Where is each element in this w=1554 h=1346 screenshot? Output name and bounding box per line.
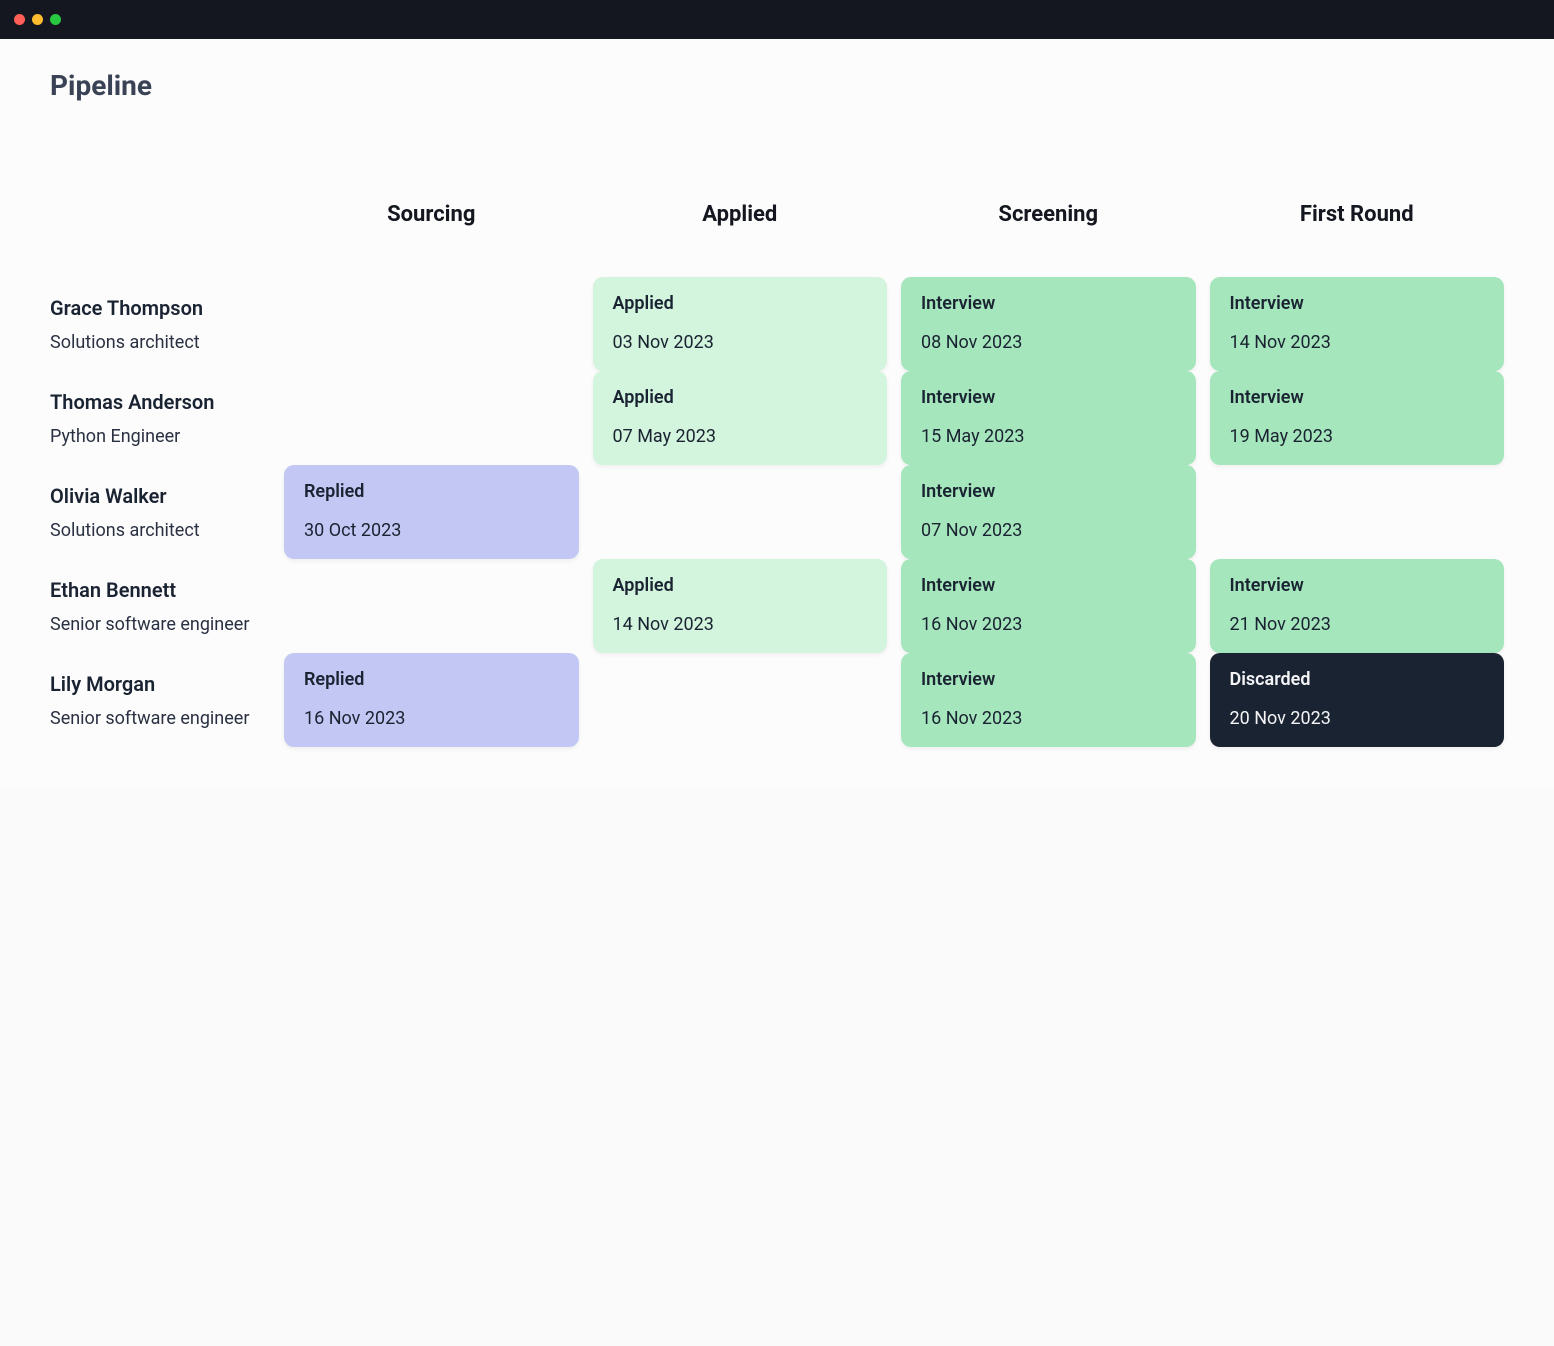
stage-date: 07 May 2023 <box>613 426 868 447</box>
candidate-name: Olivia Walker <box>50 484 270 508</box>
stage-date: 16 Nov 2023 <box>921 708 1176 729</box>
stage-status: Applied <box>613 575 868 596</box>
candidate-name: Thomas Anderson <box>50 390 270 414</box>
candidate-role: Solutions architect <box>50 520 270 541</box>
candidate-role: Senior software engineer <box>50 708 270 729</box>
titlebar <box>0 0 1554 39</box>
candidate-name: Ethan Bennett <box>50 578 270 602</box>
column-header-applied: Applied <box>593 202 888 277</box>
stage-status: Applied <box>613 387 868 408</box>
stage-date: 14 Nov 2023 <box>1230 332 1485 353</box>
stage-status: Interview <box>1230 293 1485 314</box>
stage-status: Discarded <box>1230 669 1485 690</box>
stage-date: 21 Nov 2023 <box>1230 614 1485 635</box>
stage-cell-applied <box>593 465 888 559</box>
stage-card[interactable]: Interview 21 Nov 2023 <box>1210 559 1505 653</box>
stage-card[interactable]: Replied 16 Nov 2023 <box>284 653 579 747</box>
stage-cell-sourcing <box>284 559 579 653</box>
window-maximize-button[interactable] <box>50 14 61 25</box>
app-window: Pipeline Sourcing Applied Screening Firs… <box>0 0 1554 787</box>
stage-status: Interview <box>921 387 1176 408</box>
candidate-info[interactable]: Ethan Bennett Senior software engineer <box>50 559 270 653</box>
stage-cell-first_round: Interview 19 May 2023 <box>1210 371 1505 465</box>
stage-cell-first_round <box>1210 465 1505 559</box>
stage-status: Replied <box>304 481 559 502</box>
stage-date: 20 Nov 2023 <box>1230 708 1485 729</box>
stage-cell-sourcing <box>284 371 579 465</box>
stage-cell-sourcing <box>284 277 579 371</box>
stage-card[interactable]: Interview 19 May 2023 <box>1210 371 1505 465</box>
stage-date: 03 Nov 2023 <box>613 332 868 353</box>
stage-status: Interview <box>921 293 1176 314</box>
column-header-screening: Screening <box>901 202 1196 277</box>
stage-cell-sourcing: Replied 16 Nov 2023 <box>284 653 579 747</box>
stage-cell-first_round: Interview 21 Nov 2023 <box>1210 559 1505 653</box>
stage-date: 07 Nov 2023 <box>921 520 1176 541</box>
stage-status: Applied <box>613 293 868 314</box>
stage-date: 15 May 2023 <box>921 426 1176 447</box>
stage-date: 08 Nov 2023 <box>921 332 1176 353</box>
stage-cell-applied <box>593 653 888 747</box>
stage-status: Replied <box>304 669 559 690</box>
stage-cell-sourcing: Replied 30 Oct 2023 <box>284 465 579 559</box>
stage-cell-screening: Interview 16 Nov 2023 <box>901 559 1196 653</box>
stage-status: Interview <box>921 481 1176 502</box>
stage-cell-first_round: Discarded 20 Nov 2023 <box>1210 653 1505 747</box>
stage-card[interactable]: Discarded 20 Nov 2023 <box>1210 653 1505 747</box>
window-close-button[interactable] <box>14 14 25 25</box>
stage-date: 14 Nov 2023 <box>613 614 868 635</box>
stage-card[interactable]: Interview 16 Nov 2023 <box>901 653 1196 747</box>
stage-date: 19 May 2023 <box>1230 426 1485 447</box>
stage-status: Interview <box>921 575 1176 596</box>
page-title: Pipeline <box>50 69 1504 102</box>
stage-status: Interview <box>921 669 1176 690</box>
stage-card[interactable]: Interview 16 Nov 2023 <box>901 559 1196 653</box>
stage-card[interactable]: Interview 15 May 2023 <box>901 371 1196 465</box>
stage-card[interactable]: Applied 03 Nov 2023 <box>593 277 888 371</box>
stage-cell-applied: Applied 03 Nov 2023 <box>593 277 888 371</box>
stage-date: 30 Oct 2023 <box>304 520 559 541</box>
stage-cell-applied: Applied 14 Nov 2023 <box>593 559 888 653</box>
candidate-role: Solutions architect <box>50 332 270 353</box>
stage-cell-screening: Interview 08 Nov 2023 <box>901 277 1196 371</box>
window-minimize-button[interactable] <box>32 14 43 25</box>
column-header-sourcing: Sourcing <box>284 202 579 277</box>
candidate-role: Senior software engineer <box>50 614 270 635</box>
stage-card[interactable]: Applied 14 Nov 2023 <box>593 559 888 653</box>
stage-cell-applied: Applied 07 May 2023 <box>593 371 888 465</box>
candidate-name: Lily Morgan <box>50 672 270 696</box>
stage-card[interactable]: Applied 07 May 2023 <box>593 371 888 465</box>
stage-date: 16 Nov 2023 <box>304 708 559 729</box>
stage-date: 16 Nov 2023 <box>921 614 1176 635</box>
stage-card[interactable]: Interview 07 Nov 2023 <box>901 465 1196 559</box>
stage-cell-screening: Interview 07 Nov 2023 <box>901 465 1196 559</box>
stage-card[interactable]: Replied 30 Oct 2023 <box>284 465 579 559</box>
candidate-info[interactable]: Lily Morgan Senior software engineer <box>50 653 270 747</box>
stage-status: Interview <box>1230 387 1485 408</box>
candidate-info[interactable]: Grace Thompson Solutions architect <box>50 277 270 371</box>
candidate-info[interactable]: Olivia Walker Solutions architect <box>50 465 270 559</box>
stage-card[interactable]: Interview 14 Nov 2023 <box>1210 277 1505 371</box>
candidate-name: Grace Thompson <box>50 296 270 320</box>
stage-cell-screening: Interview 16 Nov 2023 <box>901 653 1196 747</box>
stage-cell-first_round: Interview 14 Nov 2023 <box>1210 277 1505 371</box>
content-area: Pipeline Sourcing Applied Screening Firs… <box>0 39 1554 787</box>
stage-card[interactable]: Interview 08 Nov 2023 <box>901 277 1196 371</box>
stage-status: Interview <box>1230 575 1485 596</box>
stage-cell-screening: Interview 15 May 2023 <box>901 371 1196 465</box>
candidate-info[interactable]: Thomas Anderson Python Engineer <box>50 371 270 465</box>
pipeline-grid: Sourcing Applied Screening First Round G… <box>50 202 1504 747</box>
candidate-role: Python Engineer <box>50 426 270 447</box>
column-header-first-round: First Round <box>1210 202 1505 277</box>
column-header-blank <box>50 202 270 277</box>
